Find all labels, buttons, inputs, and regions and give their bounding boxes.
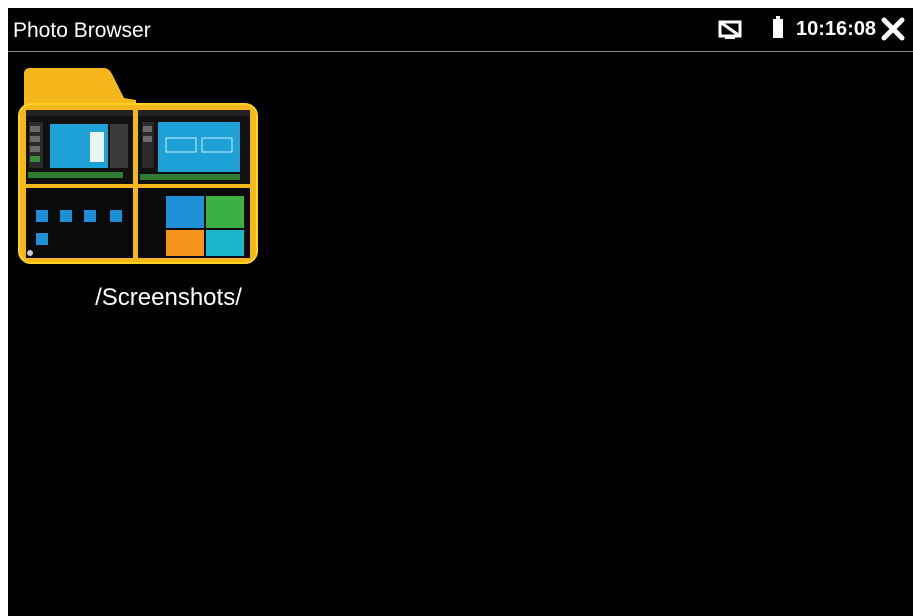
folder-icon (18, 68, 258, 264)
battery-icon (773, 16, 783, 38)
thumbnail-2 (138, 110, 250, 184)
thumbnail-4 (138, 188, 250, 258)
close-button[interactable] (880, 16, 906, 42)
thumbnail-3 (26, 188, 133, 258)
app-title: Photo Browser (13, 19, 151, 42)
folder-tile[interactable]: /Screenshots/ (16, 60, 261, 315)
title-bar: Photo Browser 10:16:08 (8, 8, 913, 52)
screen-cast-off-icon (718, 20, 742, 39)
close-icon (881, 17, 905, 41)
browser-content: /Screenshots/ (8, 52, 913, 616)
photo-browser-screen: Photo Browser 10:16:08 /Screenshots/ (8, 8, 913, 616)
folder-label: /Screenshots/ (95, 284, 242, 311)
thumbnail-1 (26, 110, 133, 184)
status-clock: 10:16:08 (796, 18, 877, 40)
